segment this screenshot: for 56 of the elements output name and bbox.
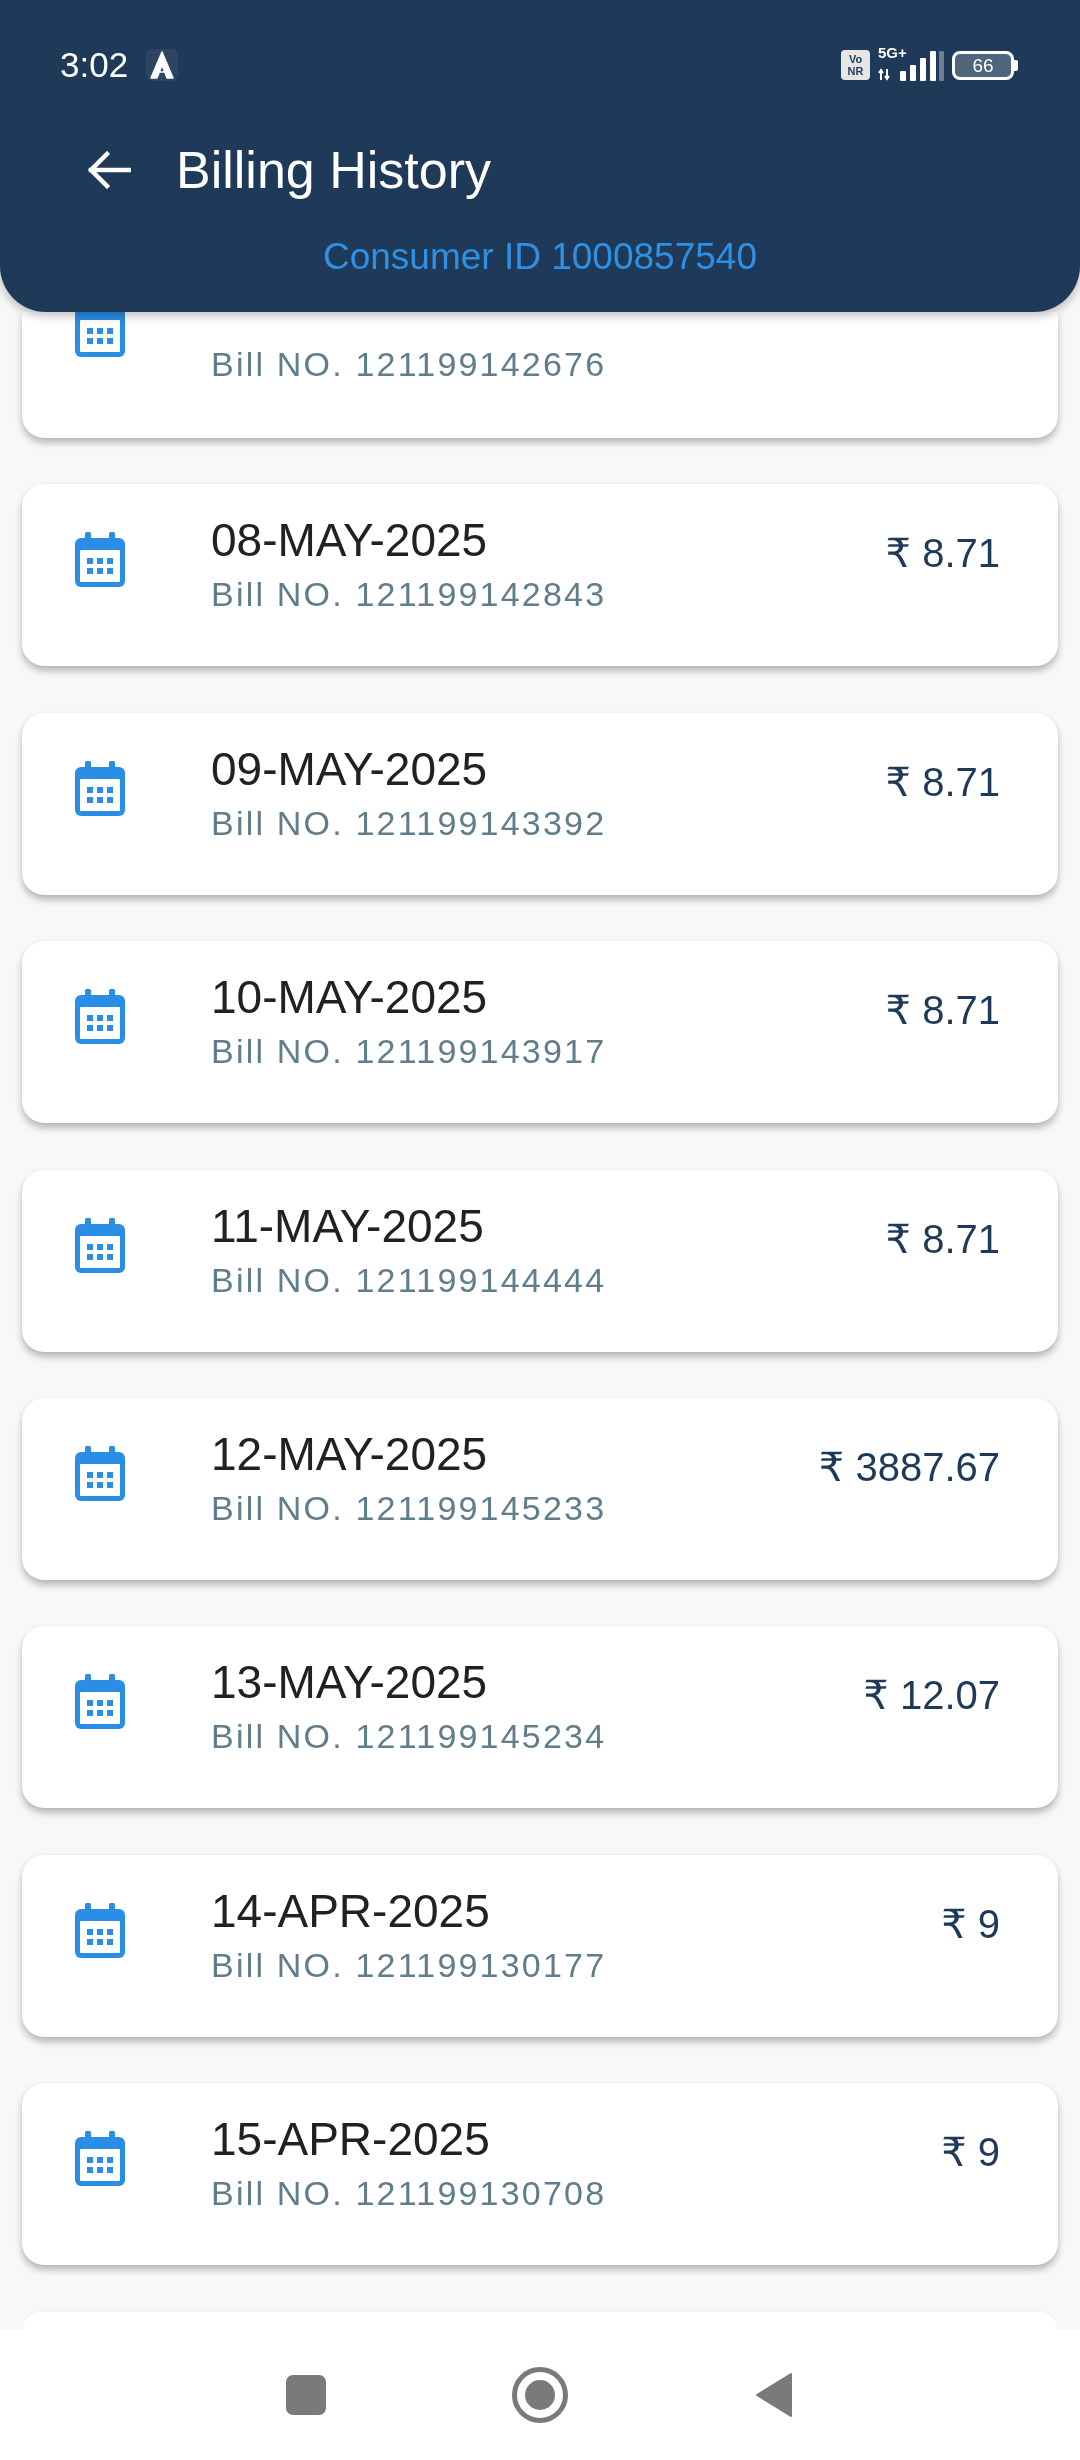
bill-date: 15-APR-2025: [211, 2114, 491, 2165]
vonr-badge: Vo NR: [841, 50, 870, 80]
app-notification-icon: [146, 49, 179, 81]
bill-amount: ₹ 12.07: [863, 1672, 1000, 1719]
bill-number: Bill NO. 121199142843: [211, 574, 607, 616]
bill-card[interactable]: 13-MAY-2025 Bill NO. 121199145234 ₹ 12.07: [22, 1626, 1058, 1809]
recents-icon[interactable]: [286, 2375, 326, 2415]
bill-date: 13-MAY-2025: [211, 1657, 489, 1708]
bill-date: 10-MAY-2025: [211, 972, 489, 1023]
bill-card[interactable]: 12-MAY-2025 Bill NO. 121199145233 ₹ 3887.67: [22, 1397, 1058, 1580]
bill-card[interactable]: 08-MAY-2025 Bill NO. 121199142843 ₹ 8.71: [22, 484, 1058, 667]
status-time: 3:02: [60, 45, 129, 85]
consumer-id: Consumer ID 1000857540: [323, 235, 757, 279]
bill-amount: ₹ 8.71: [885, 1215, 1000, 1262]
bill-date: 12-MAY-2025: [211, 1428, 489, 1479]
bill-card[interactable]: Bill NO. 121199142676: [22, 312, 1058, 438]
signal-icon: [878, 49, 944, 81]
bill-number: Bill NO. 121199144444: [211, 1259, 607, 1301]
back-arrow-icon: [87, 151, 131, 189]
bill-card[interactable]: 14-APR-2025 Bill NO. 121199130177 ₹ 9: [22, 1854, 1058, 2037]
bill-number: Bill NO. 121199143392: [211, 802, 607, 844]
network-type-label: 5G+: [878, 45, 907, 61]
screen-title: Billing History: [176, 140, 491, 200]
bill-card[interactable]: 09-MAY-2025 Bill NO. 121199143392 ₹ 8.71: [22, 712, 1058, 895]
battery-indicator: 66: [952, 50, 1018, 80]
calendar-icon: [75, 1217, 125, 1273]
bill-date: 09-MAY-2025: [211, 743, 489, 794]
back-icon[interactable]: [755, 2372, 793, 2418]
bill-card[interactable]: 11-MAY-2025 Bill NO. 121199144444 ₹ 8.71: [22, 1169, 1058, 1352]
bill-number: Bill NO. 121199143917: [211, 1031, 607, 1073]
back-button[interactable]: [86, 150, 132, 190]
bill-card[interactable]: 15-APR-2025 Bill NO. 121199130708 ₹ 9: [22, 2083, 1058, 2266]
bill-number: Bill NO. 121199145234: [211, 1716, 607, 1758]
bill-amount: ₹ 8.71: [885, 758, 1000, 805]
bill-amount: ₹ 9: [941, 2129, 1000, 2176]
calendar-icon: [75, 2131, 125, 2187]
calendar-icon: [75, 1902, 125, 1958]
bill-amount: ₹ 9: [941, 1900, 1000, 1947]
calendar-icon: [75, 1674, 125, 1730]
bill-amount: ₹ 3887.67: [818, 1443, 1000, 1490]
bill-number: Bill NO. 121199130177: [211, 1944, 607, 1986]
bill-number: Bill NO. 121199142676: [211, 344, 607, 385]
calendar-icon: [75, 989, 125, 1045]
calendar-icon: [75, 312, 125, 357]
bill-date: 11-MAY-2025: [211, 1200, 485, 1251]
calendar-icon: [75, 760, 125, 816]
bill-number: Bill NO. 121199145233: [211, 1487, 607, 1529]
bill-date: 08-MAY-2025: [211, 515, 489, 566]
bill-amount: ₹ 8.71: [885, 987, 1000, 1034]
calendar-icon: [75, 532, 125, 588]
home-icon[interactable]: [512, 2367, 568, 2423]
bill-amount: ₹ 8.71: [885, 530, 1000, 577]
calendar-icon: [75, 1445, 125, 1501]
bill-date: 14-APR-2025: [211, 1885, 491, 1936]
bill-card[interactable]: 10-MAY-2025 Bill NO. 121199143917 ₹ 8.71: [22, 941, 1058, 1124]
bill-number: Bill NO. 121199130708: [211, 2173, 607, 2215]
